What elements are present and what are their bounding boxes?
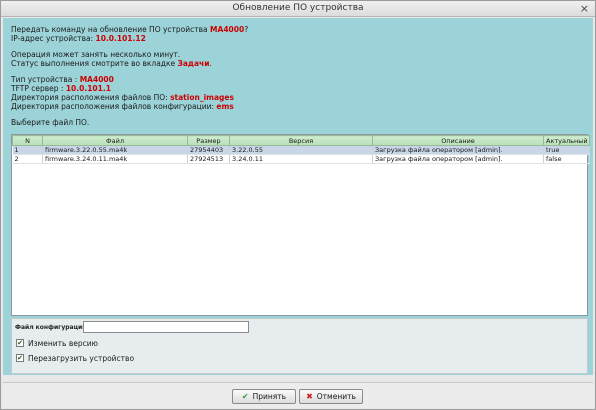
config-file-label: Файл конфигурации <box>15 324 87 331</box>
cell-file: firmware.3.22.0.55.ma4k <box>42 145 188 155</box>
dialog-window: Обновление ПО устройства × Передать кома… <box>0 0 596 410</box>
info-block: Передать команду на обновление ПО устрой… <box>11 25 248 127</box>
cell-size: 27954403 <box>187 145 230 155</box>
type-label: Тип устройства : <box>11 75 80 84</box>
checkbox-check-icon[interactable]: ✔ <box>16 339 24 347</box>
tftp-label: TFTP сервер : <box>11 84 66 93</box>
type-line: Тип устройства : MA4000 <box>11 75 248 84</box>
confirm-suffix: ? <box>244 25 249 34</box>
dialog-content: Передать команду на обновление ПО устрой… <box>3 18 593 375</box>
fw-dir-line: Директория расположения файлов ПО: stati… <box>11 93 248 102</box>
table-row[interactable]: 1 firmware.3.22.0.55.ma4k 27954403 3.22.… <box>12 145 590 155</box>
col-header-description[interactable]: Описание <box>372 135 544 146</box>
cell-n: 1 <box>12 145 43 155</box>
cell-description: Загрузка файла оператором [admin]. <box>372 145 544 155</box>
accept-button[interactable]: ✔ Принять <box>232 389 296 404</box>
cell-size: 27924513 <box>187 154 230 164</box>
change-version-checkbox[interactable]: ✔ Изменить версию <box>16 338 236 348</box>
options-panel: Файл конфигурации ✔ Изменить версию ✔ Пе… <box>11 318 588 374</box>
reboot-label: Перезагрузить устройство <box>28 353 135 363</box>
cell-actual: false <box>543 154 590 164</box>
close-icon[interactable]: × <box>580 2 589 15</box>
tftp-value: 10.0.101.1 <box>65 84 111 93</box>
op-note-1: Операция может занять несколько минут. <box>11 50 181 59</box>
cell-actual: true <box>543 145 590 155</box>
col-header-size[interactable]: Размер <box>187 135 230 146</box>
cell-version: 3.22.0.55 <box>229 145 373 155</box>
fw-dir-value: station_images <box>170 93 234 102</box>
cancel-button[interactable]: ✖ Отменить <box>299 389 363 404</box>
cfg-dir-value: ems <box>216 102 234 111</box>
firmware-table: N Файл Размер Версия Описание Актуальный… <box>11 134 590 316</box>
ip-line: IP-адрес устройства: 10.0.101.12 <box>11 34 248 43</box>
confirm-line: Передать команду на обновление ПО устрой… <box>11 25 248 34</box>
type-value: MA4000 <box>79 75 114 84</box>
op-note-suffix: . <box>209 59 212 68</box>
window-title: Обновление ПО устройства <box>232 3 364 13</box>
config-file-input[interactable] <box>83 321 249 333</box>
ip-label: IP-адрес устройства: <box>11 34 96 43</box>
tftp-line: TFTP сервер : 10.0.101.1 <box>11 84 248 93</box>
col-header-actual[interactable]: Актуальный <box>543 135 590 146</box>
confirm-text: Передать команду на обновление ПО устрой… <box>11 25 211 34</box>
cfg-dir-line: Директория расположения файлов конфигура… <box>11 102 248 111</box>
table-row[interactable]: 2 firmware.3.24.0.11.ma4k 27924513 3.24.… <box>12 154 590 164</box>
op-note-2: Статус выполнения смотрите во вкладке За… <box>11 59 248 68</box>
cross-icon: ✖ <box>306 392 313 401</box>
reboot-checkbox[interactable]: ✔ Перезагрузить устройство <box>16 353 236 363</box>
accept-label: Принять <box>252 392 287 401</box>
tasks-tab-link[interactable]: Задачи <box>178 59 210 68</box>
check-icon: ✔ <box>241 392 249 401</box>
cell-n: 2 <box>12 154 43 164</box>
ip-value: 10.0.101.12 <box>95 34 146 43</box>
cell-file: firmware.3.24.0.11.ma4k <box>42 154 188 164</box>
cfg-dir-label: Директория расположения файлов конфигура… <box>11 102 217 111</box>
checkbox-check-icon[interactable]: ✔ <box>16 354 24 362</box>
cancel-label: Отменить <box>316 392 356 401</box>
table-header: N Файл Размер Версия Описание Актуальный <box>12 135 590 146</box>
device-model: MA4000 <box>210 25 245 34</box>
titlebar[interactable]: Обновление ПО устройства × <box>1 1 595 17</box>
cell-description: Загрузка файла оператором [admin]. <box>372 154 544 164</box>
col-header-n[interactable]: N <box>12 135 43 146</box>
col-header-file[interactable]: Файл <box>42 135 188 146</box>
button-bar: ✔ Принять ✖ Отменить <box>3 382 593 408</box>
cell-version: 3.24.0.11 <box>229 154 373 164</box>
fw-dir-label: Директория расположения файлов ПО: <box>11 93 171 102</box>
change-version-label: Изменить версию <box>28 338 98 348</box>
choose-prompt: Выберите файл ПО. <box>11 118 90 127</box>
op-note-text: Статус выполнения смотрите во вкладке <box>11 59 178 68</box>
col-header-version[interactable]: Версия <box>229 135 373 146</box>
